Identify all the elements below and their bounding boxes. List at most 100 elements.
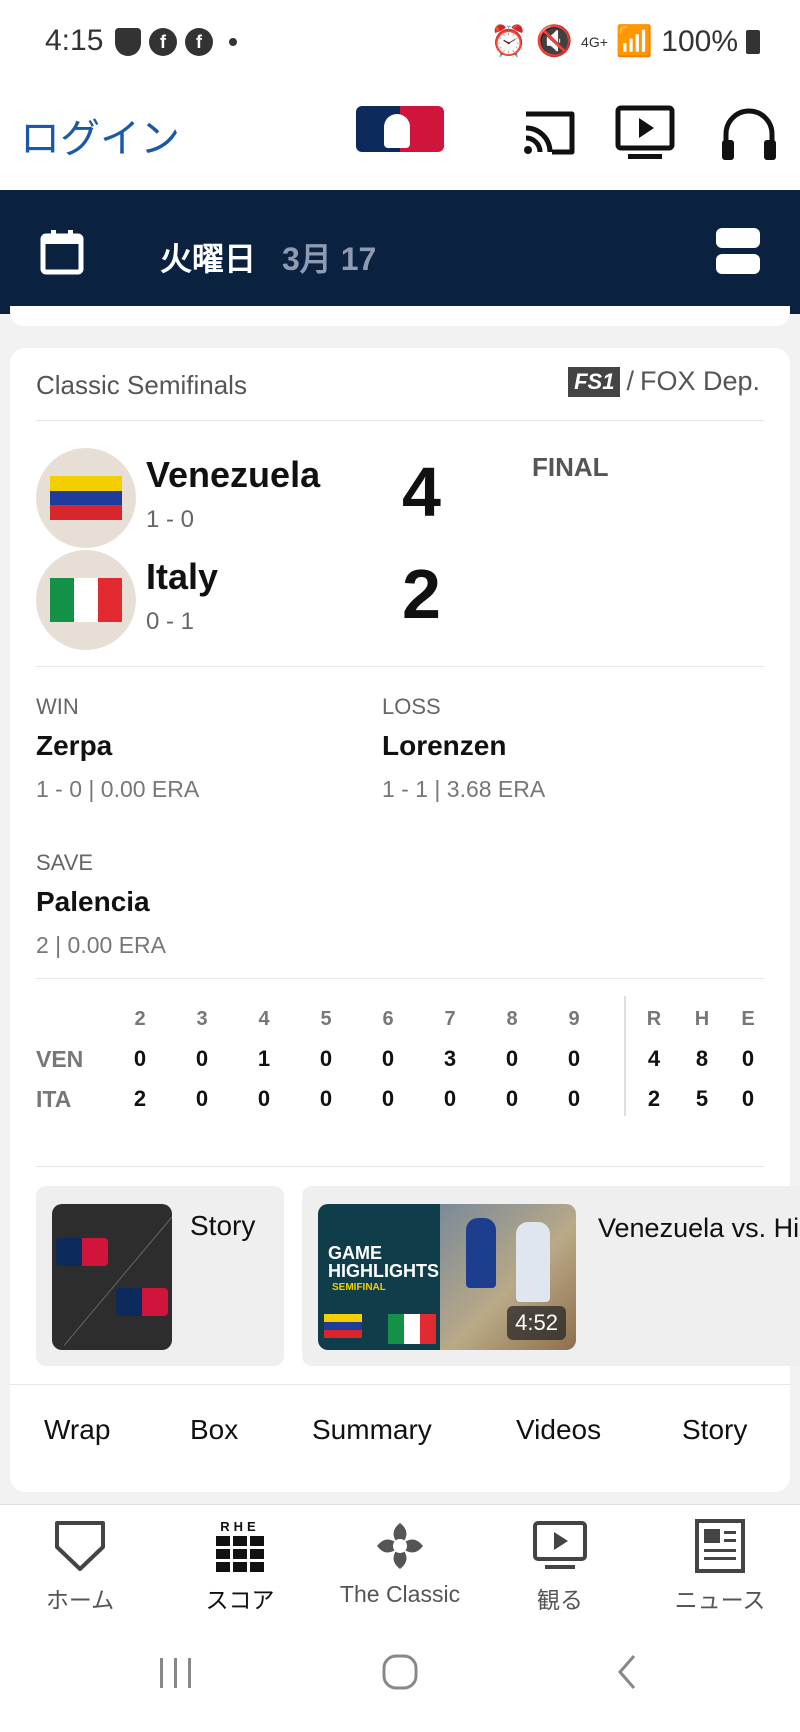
totals-header: H (694, 1008, 710, 1030)
inning-header: 6 (382, 1008, 394, 1030)
loss-pitcher-stat: 1 - 1 | 3.68 ERA (382, 776, 546, 802)
watch-icon (533, 1521, 587, 1569)
team-total: 8 (695, 1046, 709, 1071)
highlights-title: Venezuela vs. Highlights (598, 1213, 800, 1243)
away-score: 4 (402, 453, 441, 531)
save-pitcher: Palencia (36, 886, 150, 917)
nav-home[interactable]: ホーム (0, 1505, 160, 1617)
date-bar: 火曜日 3月 17 (0, 190, 800, 314)
mlb-logo[interactable] (356, 106, 444, 152)
game-title: Classic Semifinals (36, 370, 247, 400)
inning-runs: 0 (443, 1086, 457, 1111)
tab-summary[interactable]: Summary (312, 1414, 432, 1446)
inning-runs: 0 (195, 1086, 209, 1111)
save-label: SAVE (36, 850, 94, 875)
nav-scores[interactable]: RHE スコア (160, 1505, 320, 1617)
inning-runs: 0 (133, 1046, 147, 1071)
home-button-icon[interactable] (380, 1652, 420, 1692)
inning-runs: 0 (195, 1046, 209, 1071)
cast-icon[interactable] (518, 102, 580, 164)
linescore-separator (624, 996, 626, 1116)
date-label[interactable]: 3月 17 (282, 234, 376, 280)
recent-apps-icon[interactable] (156, 1652, 196, 1692)
inning-runs: 0 (319, 1046, 333, 1071)
status-time: 4:15 (45, 24, 104, 57)
headphones-icon[interactable] (718, 102, 780, 164)
italy-flag-icon (50, 578, 122, 622)
date-weekday[interactable]: 火曜日 (160, 234, 256, 280)
divider (10, 1384, 790, 1385)
notification-icons: f f (115, 28, 237, 56)
home-score: 2 (402, 555, 441, 633)
win-pitcher: Zerpa (36, 730, 113, 761)
status-bar: 4:15 f f ⏰ 🔇 4G+ 📶 100% (0, 0, 800, 84)
facebook-icon: f (185, 28, 213, 56)
story-thumbnail (52, 1204, 172, 1350)
inning-header: 4 (258, 1008, 270, 1030)
mlb-logo (116, 1288, 168, 1316)
fs1-logo: FS1 (568, 366, 621, 397)
more-notifications-icon (229, 38, 237, 46)
inning-header: 9 (568, 1008, 580, 1030)
win-pitcher-stat: 1 - 0 | 0.00 ERA (36, 776, 200, 802)
inning-runs: 0 (257, 1086, 271, 1111)
inning-runs: 0 (505, 1046, 519, 1071)
loss-label: LOSS (382, 694, 441, 719)
tab-box[interactable]: Box (190, 1414, 238, 1446)
inning-runs: 3 (443, 1046, 457, 1071)
nav-label: ニュース (674, 1587, 766, 1613)
inning-header: 8 (506, 1008, 518, 1030)
battery-icon (746, 29, 760, 54)
nav-news[interactable]: ニュース (640, 1505, 800, 1617)
previous-card-edge (10, 306, 790, 326)
tab-story[interactable]: Story (682, 1414, 747, 1446)
inning-header: 3 (196, 1008, 208, 1030)
venezuela-flag-icon (324, 1314, 362, 1338)
highlights-card[interactable]: GAME HIGHLIGHTS SEMIFINAL 4:52 Venezuela… (302, 1186, 800, 1366)
inning-runs: 0 (319, 1086, 333, 1111)
tv-icon[interactable] (614, 102, 676, 164)
signal-icon: 📶 (615, 25, 654, 58)
team-total: 5 (695, 1086, 709, 1111)
inning-header: 2 (134, 1008, 146, 1030)
team-total: 2 (647, 1086, 661, 1111)
linescore-team: ITA (36, 1086, 72, 1112)
system-status: ⏰ 🔇 4G+ 📶 100% (490, 24, 760, 59)
nav-label: ホーム (45, 1587, 115, 1613)
highlights-thumb-sub: SEMIFINAL (332, 1282, 386, 1293)
facebook-icon: f (149, 28, 177, 56)
back-icon[interactable] (608, 1652, 648, 1692)
highlights-thumb-title: GAME HIGHLIGHTS (328, 1243, 439, 1281)
divider (36, 978, 764, 979)
venezuela-flag-icon (50, 476, 122, 520)
scores-grid-icon: RHE (213, 1519, 267, 1573)
highlights-thumbnail: GAME HIGHLIGHTS SEMIFINAL 4:52 (318, 1204, 576, 1350)
team-badge-italy (36, 550, 136, 650)
team-total: 0 (741, 1086, 755, 1111)
network-type: 4G+ (581, 33, 608, 50)
nav-label: スコア (205, 1587, 275, 1613)
video-duration: 4:52 (507, 1306, 566, 1340)
inning-runs: 0 (567, 1046, 581, 1071)
story-card[interactable]: Story (36, 1186, 284, 1366)
game-status: FINAL (532, 452, 609, 482)
team-total: 0 (741, 1046, 755, 1071)
tab-wrap[interactable]: Wrap (44, 1414, 110, 1446)
view-toggle-icon[interactable] (716, 228, 760, 276)
broadcast-network: FS1 / FOX Dep. (568, 366, 760, 397)
tab-videos[interactable]: Videos (516, 1414, 601, 1446)
battery-level: 100% (661, 24, 738, 58)
nav-watch[interactable]: 観る (480, 1505, 640, 1617)
game-card[interactable]: Classic Semifinals FS1 / FOX Dep. Venezu… (10, 348, 800, 1492)
shield-icon (115, 28, 141, 56)
win-label: WIN (36, 694, 79, 719)
away-team-record: 1 - 0 (146, 506, 195, 533)
scores-icon-text: RHE (220, 1519, 260, 1534)
app-header: ログイン (0, 84, 800, 190)
calendar-icon[interactable] (40, 228, 84, 276)
login-link[interactable]: ログイン (20, 106, 180, 164)
nav-the-classic[interactable]: The Classic (320, 1505, 480, 1617)
totals-header: E (741, 1008, 755, 1030)
classic-logo-icon (377, 1523, 423, 1569)
nav-label: The Classic (339, 1581, 461, 1607)
